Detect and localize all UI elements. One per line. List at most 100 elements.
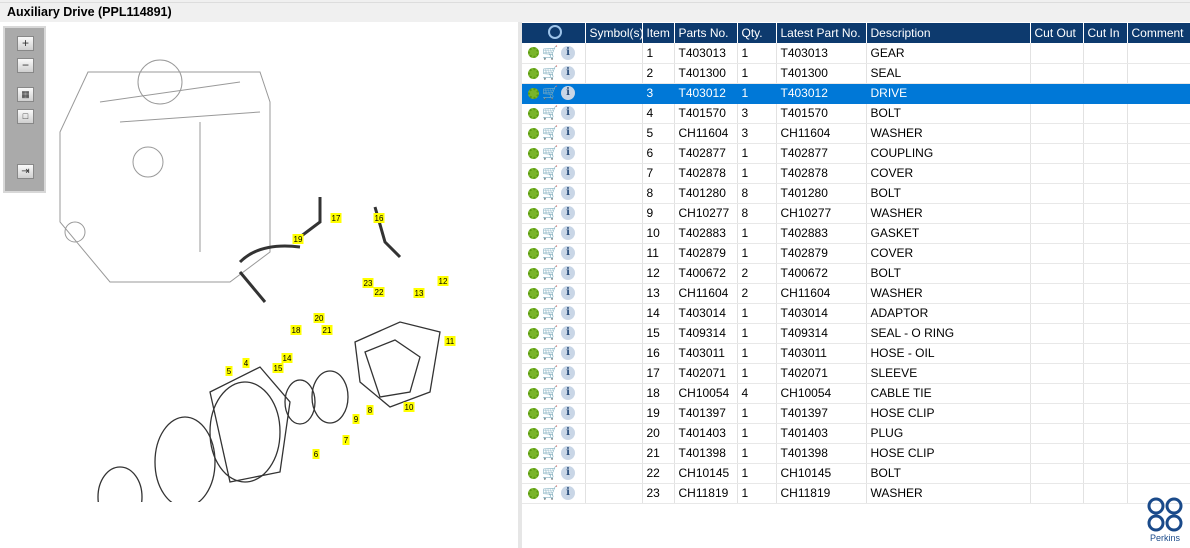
- column-header-parts-no[interactable]: Parts No.: [674, 23, 738, 43]
- callout-label[interactable]: 9: [354, 415, 359, 424]
- cart-icon[interactable]: 🛒: [542, 485, 558, 501]
- info-icon[interactable]: i: [561, 45, 575, 60]
- cart-icon[interactable]: 🛒: [542, 85, 558, 101]
- column-header-cut-in[interactable]: Cut In: [1083, 23, 1128, 43]
- gear-icon[interactable]: [528, 407, 539, 419]
- info-icon[interactable]: i: [561, 246, 575, 260]
- cart-icon[interactable]: 🛒: [542, 445, 558, 461]
- cart-icon[interactable]: 🛒: [542, 365, 558, 381]
- gear-icon[interactable]: [528, 147, 539, 159]
- gear-icon[interactable]: [528, 67, 539, 79]
- cart-icon[interactable]: 🛒: [542, 185, 558, 201]
- column-header-description[interactable]: Description: [866, 23, 1031, 43]
- info-icon[interactable]: i: [561, 106, 575, 120]
- table-row[interactable]: 🛒 i 23 CH11819 1 CH11819 WASHER: [522, 483, 1190, 504]
- info-icon[interactable]: i: [561, 306, 575, 320]
- info-icon[interactable]: i: [561, 366, 575, 380]
- info-icon[interactable]: i: [561, 386, 575, 400]
- callout-label[interactable]: 12: [439, 277, 448, 286]
- column-header-qty[interactable]: Qty.: [737, 23, 777, 43]
- gear-icon[interactable]: [528, 467, 539, 479]
- gear-icon[interactable]: [528, 247, 539, 259]
- table-row[interactable]: 🛒 i 17 T402071 1 T402071 SLEEVE: [522, 363, 1190, 384]
- gear-icon[interactable]: [528, 207, 539, 219]
- info-icon[interactable]: i: [561, 426, 575, 440]
- table-row[interactable]: 🛒 i 9 CH10277 8 CH10277 WASHER: [522, 203, 1190, 224]
- table-row[interactable]: 🛒 i 12 T400672 2 T400672 BOLT: [522, 263, 1190, 284]
- table-row[interactable]: 🛒 i 2 T401300 1 T401300 SEAL: [522, 63, 1190, 84]
- column-header-comment[interactable]: Comment: [1127, 23, 1190, 43]
- info-icon[interactable]: i: [561, 406, 575, 420]
- fit-all-button[interactable]: ▦: [17, 87, 34, 102]
- search-column-header[interactable]: [522, 23, 586, 43]
- cart-icon[interactable]: 🛒: [542, 305, 558, 321]
- info-icon[interactable]: i: [561, 326, 575, 340]
- gear-icon[interactable]: [528, 387, 539, 399]
- info-icon[interactable]: i: [561, 286, 575, 300]
- gear-icon[interactable]: [528, 87, 539, 99]
- callout-label[interactable]: 15: [274, 364, 283, 373]
- table-row[interactable]: 🛒 i 8 T401280 8 T401280 BOLT: [522, 183, 1190, 204]
- callout-label[interactable]: 19: [294, 235, 303, 244]
- info-icon[interactable]: i: [561, 126, 575, 140]
- zoom-out-button[interactable]: −: [17, 58, 34, 73]
- info-icon[interactable]: i: [561, 446, 575, 460]
- zoom-in-button[interactable]: +: [17, 36, 34, 51]
- cart-icon[interactable]: 🛒: [542, 125, 558, 141]
- table-row[interactable]: 🛒 i 3 T403012 1 T403012 DRIVE: [522, 83, 1190, 104]
- info-icon[interactable]: i: [561, 346, 575, 360]
- info-icon[interactable]: i: [561, 66, 575, 80]
- callout-label[interactable]: 6: [314, 450, 319, 459]
- gear-icon[interactable]: [528, 447, 539, 459]
- cart-icon[interactable]: 🛒: [542, 405, 558, 421]
- info-icon[interactable]: i: [561, 266, 575, 280]
- gear-icon[interactable]: [528, 187, 539, 199]
- table-row[interactable]: 🛒 i 18 CH10054 4 CH10054 CABLE TIE: [522, 383, 1190, 404]
- info-icon[interactable]: i: [561, 166, 575, 180]
- gear-icon[interactable]: [528, 327, 539, 339]
- table-row[interactable]: 🛒 i 11 T402879 1 T402879 COVER: [522, 243, 1190, 264]
- callout-label[interactable]: 16: [375, 214, 384, 223]
- callout-label[interactable]: 20: [315, 314, 324, 323]
- table-row[interactable]: 🛒 i 4 T401570 3 T401570 BOLT: [522, 103, 1190, 124]
- callout-label[interactable]: 8: [368, 406, 373, 415]
- gear-icon[interactable]: [528, 427, 539, 439]
- search-icon[interactable]: [548, 24, 563, 39]
- cart-icon[interactable]: 🛒: [542, 385, 558, 401]
- cart-icon[interactable]: 🛒: [542, 65, 558, 81]
- gear-icon[interactable]: [528, 287, 539, 299]
- actual-size-button[interactable]: □: [17, 109, 34, 124]
- table-row[interactable]: 🛒 i 15 T409314 1 T409314 SEAL - O RING: [522, 323, 1190, 344]
- callout-label[interactable]: 5: [227, 367, 232, 376]
- info-icon[interactable]: i: [561, 466, 575, 480]
- cart-icon[interactable]: 🛒: [542, 205, 558, 221]
- gear-icon[interactable]: [528, 167, 539, 179]
- callout-label[interactable]: 7: [344, 436, 349, 445]
- cart-icon[interactable]: 🛒: [542, 345, 558, 361]
- info-icon[interactable]: i: [561, 86, 575, 100]
- column-header-symbols[interactable]: Symbol(s): [585, 23, 644, 43]
- callout-label[interactable]: 4: [244, 359, 249, 368]
- table-row[interactable]: 🛒 i 14 T403014 1 T403014 ADAPTOR: [522, 303, 1190, 324]
- gear-icon[interactable]: [528, 367, 539, 379]
- callout-label[interactable]: 21: [323, 326, 332, 335]
- gear-icon[interactable]: [528, 227, 539, 239]
- cart-icon[interactable]: 🛒: [542, 245, 558, 261]
- callout-label[interactable]: 11: [446, 337, 455, 346]
- table-row[interactable]: 🛒 i 6 T402877 1 T402877 COUPLING: [522, 143, 1190, 164]
- callout-label[interactable]: 22: [375, 288, 384, 297]
- cart-icon[interactable]: 🛒: [542, 325, 558, 341]
- gear-icon[interactable]: [528, 47, 539, 59]
- gear-icon[interactable]: [528, 267, 539, 279]
- cart-icon[interactable]: 🛒: [542, 165, 558, 181]
- cart-icon[interactable]: 🛒: [542, 105, 558, 121]
- info-icon[interactable]: i: [561, 206, 575, 220]
- cart-icon[interactable]: 🛒: [542, 225, 558, 241]
- info-icon[interactable]: i: [561, 146, 575, 160]
- table-row[interactable]: 🛒 i 19 T401397 1 T401397 HOSE CLIP: [522, 403, 1190, 424]
- table-row[interactable]: 🛒 i 13 CH11604 2 CH11604 WASHER: [522, 283, 1190, 304]
- info-icon[interactable]: i: [561, 486, 575, 500]
- cart-icon[interactable]: 🛒: [542, 285, 558, 301]
- callout-label[interactable]: 17: [332, 214, 341, 223]
- table-row[interactable]: 🛒 i 7 T402878 1 T402878 COVER: [522, 163, 1190, 184]
